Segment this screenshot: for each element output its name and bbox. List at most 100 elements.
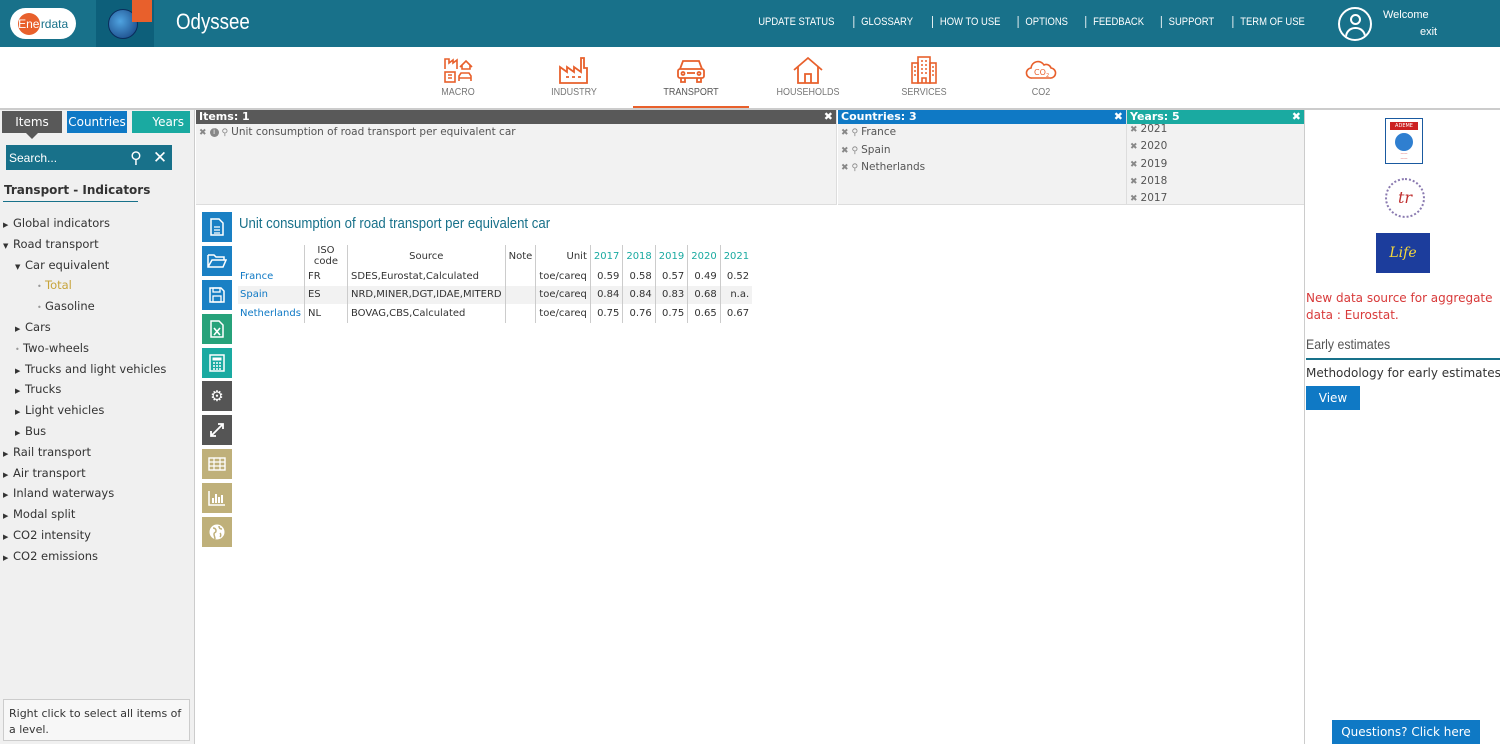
calculator-icon[interactable] xyxy=(202,347,232,378)
caret-right-icon[interactable]: ▶ xyxy=(3,445,13,464)
new-document-icon[interactable] xyxy=(202,212,232,242)
year-column-header[interactable]: 2017 xyxy=(589,245,623,267)
caret-down-icon[interactable]: ▼ xyxy=(15,258,25,277)
tree-item[interactable]: ▼ Road transport xyxy=(3,235,166,256)
sector-tab-industry[interactable]: INDUSTRY xyxy=(516,47,632,109)
tree-item[interactable]: ▶ Cars xyxy=(3,318,166,339)
questions-button[interactable]: Questions? Click here xyxy=(1332,720,1480,744)
sector-tab-co2[interactable]: CO 2 CO2 xyxy=(983,47,1099,109)
caret-right-icon[interactable]: ▶ xyxy=(15,382,25,401)
nav-term-of-use[interactable]: TERM OF USE xyxy=(1232,16,1311,28)
caret-right-icon[interactable]: ▶ xyxy=(15,424,25,443)
country-link[interactable]: Spain xyxy=(238,285,305,304)
bullet-icon[interactable]: • xyxy=(37,278,45,297)
caret-right-icon[interactable]: ▶ xyxy=(3,466,13,485)
caret-right-icon[interactable]: ▶ xyxy=(3,486,13,505)
tree-item[interactable]: ▶ Trucks and light vehicles xyxy=(3,360,166,381)
save-icon[interactable] xyxy=(202,279,232,310)
tab-items[interactable]: Items xyxy=(2,111,62,139)
clear-years-icon[interactable]: ✖ xyxy=(1292,110,1301,124)
caret-down-icon[interactable]: ▼ xyxy=(3,237,13,256)
nav-support[interactable]: SUPPORT xyxy=(1160,16,1221,28)
clear-items-icon[interactable]: ✖ xyxy=(824,110,833,124)
sector-tab-households[interactable]: HOUSEHOLDS xyxy=(750,47,866,109)
year-column-header[interactable]: 2021 xyxy=(719,245,753,267)
clear-countries-icon[interactable]: ✖ xyxy=(1114,110,1123,124)
remove-icon[interactable]: ✖ xyxy=(1130,194,1138,204)
caret-right-icon[interactable]: ▶ xyxy=(15,320,25,339)
map-globe-icon[interactable] xyxy=(202,517,232,548)
caret-right-icon[interactable]: ▶ xyxy=(3,528,13,547)
country-link[interactable]: France xyxy=(238,267,304,286)
remove-icon[interactable]: ✖ xyxy=(1130,142,1138,152)
tree-item[interactable]: ▶ Inland waterways xyxy=(3,484,166,505)
magnifier-icon[interactable]: ⚲ xyxy=(852,128,859,138)
nav-update-status[interactable]: UPDATE STATUS xyxy=(751,16,841,28)
tree-item[interactable]: ▶ Global indicators xyxy=(3,214,166,235)
tree-item[interactable]: ▶ Rail transport xyxy=(3,443,166,464)
tree-item[interactable]: • Total xyxy=(3,276,166,297)
search-icon[interactable]: ⚲ xyxy=(124,145,148,170)
remove-icon[interactable]: ✖ xyxy=(841,163,849,173)
tree-item[interactable]: ▶ Light vehicles xyxy=(3,401,166,422)
bullet-icon[interactable]: • xyxy=(37,299,45,318)
tree-item[interactable]: ▶ Trucks xyxy=(3,380,166,401)
bar-chart-icon[interactable] xyxy=(202,483,232,514)
year-column-header[interactable]: 2018 xyxy=(622,245,656,267)
caret-right-icon[interactable]: ▶ xyxy=(3,549,13,568)
column-header[interactable]: Unit xyxy=(535,245,591,267)
tab-years[interactable]: Years xyxy=(132,111,190,133)
tree-item[interactable]: • Two-wheels xyxy=(3,339,166,360)
view-button[interactable]: View xyxy=(1306,386,1360,410)
magnifier-icon[interactable]: ⚲ xyxy=(852,163,859,173)
magnifier-icon[interactable]: ⚲ xyxy=(852,146,859,156)
nav-options[interactable]: OPTIONS xyxy=(1017,16,1075,28)
remove-icon[interactable]: ✖ xyxy=(1130,177,1138,187)
eu-life-logo[interactable]: Life xyxy=(1376,233,1430,273)
year-column-header[interactable]: 2019 xyxy=(654,245,688,267)
remove-icon[interactable]: ✖ xyxy=(1130,160,1138,170)
remove-icon[interactable]: ✖ xyxy=(841,128,849,138)
tree-item[interactable]: ▶ Modal split xyxy=(3,505,166,526)
remove-icon[interactable]: ✖ xyxy=(1130,125,1138,135)
tab-countries[interactable]: Countries xyxy=(67,111,127,133)
bullet-icon[interactable]: • xyxy=(15,341,23,360)
magnifier-icon[interactable]: ⚲ xyxy=(222,128,229,138)
user-avatar-icon[interactable] xyxy=(1338,7,1372,41)
tree-item[interactable]: ▶ Air transport xyxy=(3,464,166,485)
settings-gear-icon[interactable]: ⚙ xyxy=(202,381,232,412)
table-view-icon[interactable] xyxy=(202,449,232,480)
remove-icon[interactable]: ✖ xyxy=(841,146,849,156)
enerdata-logo[interactable]: Ene rdata xyxy=(10,8,76,39)
sector-tab-macro[interactable]: MACRO xyxy=(400,47,516,109)
search-input[interactable] xyxy=(6,145,124,170)
country-link[interactable]: Netherlands xyxy=(238,304,304,323)
year-column-header[interactable]: 2020 xyxy=(687,245,721,267)
excel-export-icon[interactable] xyxy=(202,313,232,344)
column-header[interactable]: ISO code xyxy=(303,245,348,267)
tree-item[interactable]: • Gasoline xyxy=(3,297,166,318)
tree-item[interactable]: ▶ Bus xyxy=(3,422,166,443)
caret-right-icon[interactable]: ▶ xyxy=(3,216,13,235)
open-folder-icon[interactable] xyxy=(202,245,232,276)
clear-search-icon[interactable]: ✕ xyxy=(148,145,172,170)
tree-item[interactable]: ▶ CO2 emissions xyxy=(3,547,166,568)
ademe-logo[interactable]: ADEME —— —— xyxy=(1385,118,1423,164)
remove-icon[interactable]: ✖ xyxy=(199,128,207,138)
tree-item[interactable]: ▼ Car equivalent xyxy=(3,256,166,277)
sector-tab-transport[interactable]: TRANSPORT xyxy=(633,47,749,109)
column-header[interactable]: Source xyxy=(346,245,506,267)
nav-how-to-use[interactable]: HOW TO USE xyxy=(931,16,1007,28)
exit-link[interactable]: exit xyxy=(1420,26,1437,38)
caret-right-icon[interactable]: ▶ xyxy=(15,403,25,422)
expand-icon[interactable] xyxy=(202,415,232,446)
info-icon[interactable]: i xyxy=(209,127,219,137)
caret-right-icon[interactable]: ▶ xyxy=(3,507,13,526)
tree-item[interactable]: ▶ CO2 intensity xyxy=(3,526,166,547)
nav-glossary[interactable]: GLOSSARY xyxy=(853,16,921,28)
energy-efficiency-logo[interactable]: tr xyxy=(1385,178,1425,218)
caret-right-icon[interactable]: ▶ xyxy=(15,362,25,381)
nav-feedback[interactable]: FEEDBACK xyxy=(1084,16,1151,28)
sector-tab-services[interactable]: SERVICES xyxy=(866,47,982,109)
column-header[interactable]: Note xyxy=(504,245,536,267)
